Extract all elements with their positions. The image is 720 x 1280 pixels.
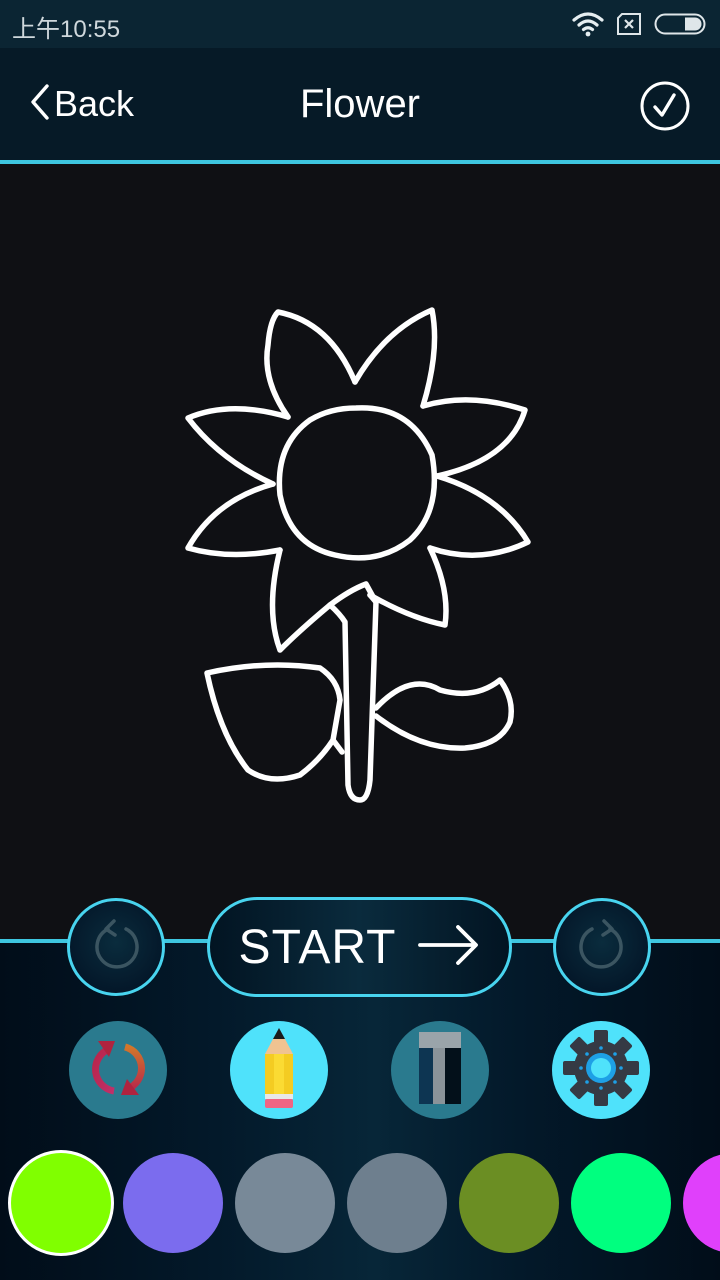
color-swatch[interactable] [571, 1153, 671, 1253]
leaf [373, 677, 514, 751]
color-swatch[interactable] [11, 1153, 111, 1253]
petal [185, 481, 283, 558]
layers-icon [417, 1031, 463, 1109]
color-swatch[interactable] [123, 1153, 223, 1253]
refresh-tool-button[interactable] [69, 1021, 167, 1119]
petal [420, 397, 528, 479]
status-time: 上午10:55 [12, 16, 121, 43]
wifi-icon [572, 11, 604, 37]
petal [427, 473, 531, 558]
petal [264, 309, 358, 420]
undo-icon [88, 917, 144, 978]
leaf [204, 662, 345, 782]
check-circle-icon [640, 81, 690, 135]
petal [269, 547, 333, 653]
start-label: START [238, 920, 397, 974]
pencil-icon [259, 1026, 299, 1115]
pencil-tool-button[interactable] [230, 1021, 328, 1119]
drawing-canvas[interactable] [0, 164, 720, 942]
start-button[interactable]: START [207, 897, 512, 997]
petal [185, 406, 291, 487]
flower-drawing [185, 307, 531, 803]
sim-error-icon [616, 13, 642, 35]
page-title: Flower [299, 82, 421, 126]
redo-button[interactable] [553, 898, 651, 996]
battery-icon [654, 13, 706, 35]
nav-bar: Back Flower [0, 48, 720, 164]
color-swatch[interactable] [235, 1153, 335, 1253]
undo-button[interactable] [67, 898, 165, 996]
redo-icon [574, 917, 630, 978]
status-bar: 上午10:55 [0, 0, 720, 48]
gear-icon [561, 1028, 641, 1113]
layers-tool-button[interactable] [391, 1021, 489, 1119]
arrow-right-icon [418, 923, 480, 972]
settings-tool-button[interactable] [552, 1021, 650, 1119]
color-swatch[interactable] [459, 1153, 559, 1253]
status-icons [572, 10, 706, 38]
color-swatch[interactable] [347, 1153, 447, 1253]
confirm-button[interactable] [640, 81, 690, 131]
refresh-icon [83, 1033, 153, 1108]
petal [352, 307, 438, 409]
petal [367, 545, 449, 628]
flower-center [276, 405, 438, 561]
